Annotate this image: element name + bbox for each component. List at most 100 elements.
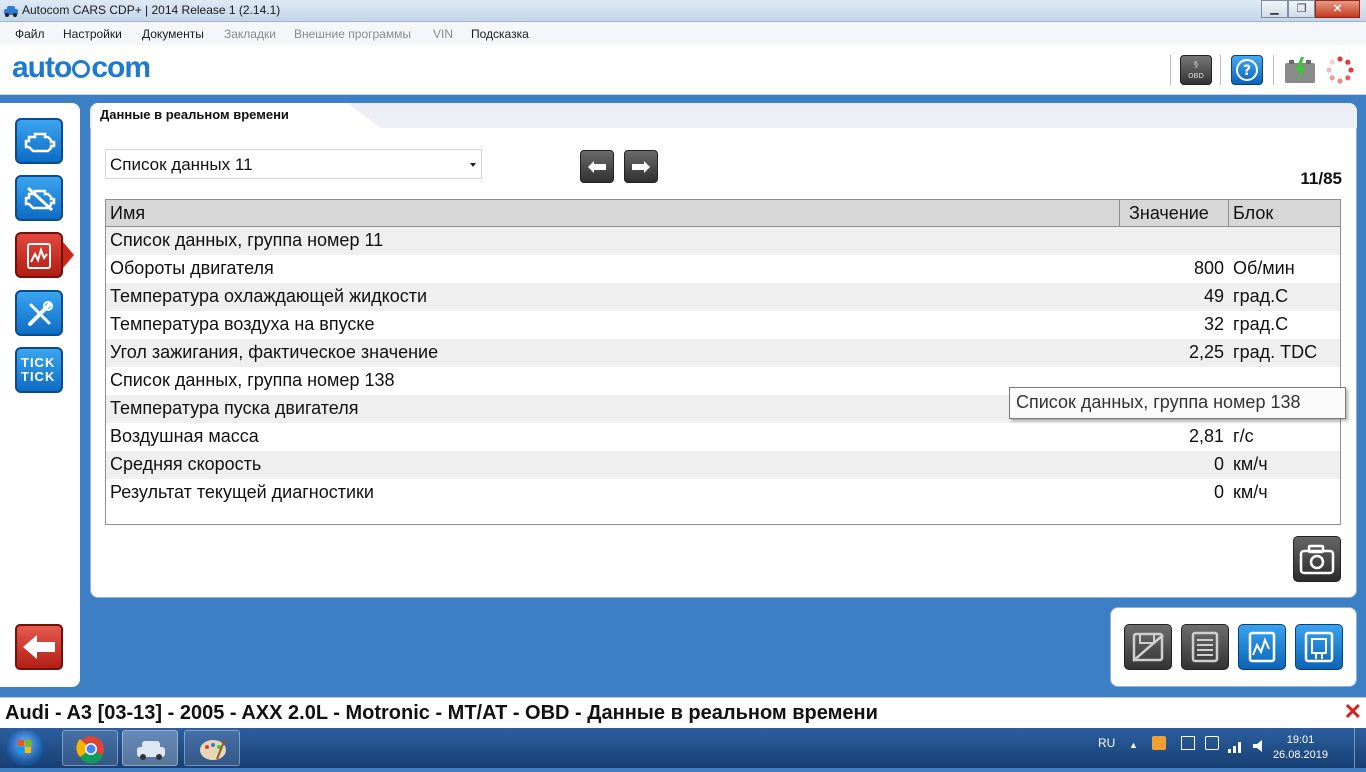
table-row[interactable]: Средняя скорость 0 км/ч — [106, 451, 1340, 479]
close-window-button[interactable]: ✕ — [1315, 0, 1360, 18]
save-disk-icon — [1132, 632, 1164, 662]
live-data-icon — [27, 243, 51, 269]
module-view-button[interactable] — [1295, 624, 1343, 670]
menu-bookmarks[interactable]: Закладки — [224, 27, 276, 41]
volume-icon[interactable] — [1251, 738, 1269, 754]
row-value: 0 — [1213, 454, 1224, 474]
snapshot-button[interactable] — [1293, 536, 1341, 582]
autocom-logo: auto com — [12, 51, 151, 84]
palette-icon — [200, 738, 226, 760]
row-unit: км/ч — [1233, 454, 1268, 474]
app-header: auto com § OBD ? — [0, 45, 1366, 95]
table-row[interactable]: Угол зажигания, фактическое значение 2,25… — [106, 339, 1340, 367]
row-unit: град.C — [1233, 314, 1289, 334]
sidebar-service-button[interactable] — [15, 290, 63, 336]
vehicle-info: Audi - A3 [03-13] - 2005 - AXX 2.0L - Mo… — [5, 702, 878, 724]
data-list-select[interactable]: Список данных 11 — [105, 149, 482, 179]
close-vehicle-icon[interactable]: ✕ — [1344, 699, 1362, 725]
start-button[interactable] — [6, 730, 44, 766]
list-counter: 11/85 — [1300, 169, 1342, 188]
clock[interactable]: 19:01 26.08.2019 — [1273, 733, 1328, 763]
menu-help[interactable]: Подсказка — [471, 27, 529, 41]
table-row[interactable]: Температура охлаждающей жидкости 49 град.C — [106, 283, 1340, 311]
tray-device-icon[interactable] — [1205, 736, 1219, 750]
row-value: 800 — [1193, 258, 1224, 278]
row-name: Воздушная масса — [110, 426, 259, 446]
record-button[interactable] — [1124, 624, 1172, 670]
language-indicator[interactable]: RU — [1098, 736, 1115, 750]
app-car-icon — [4, 6, 18, 17]
header-divider — [1170, 55, 1171, 85]
table-row[interactable]: Результат текущей диагностики 0 км/ч — [106, 479, 1340, 507]
sidebar-engine-button[interactable] — [15, 118, 63, 164]
table-row[interactable]: Список данных, группа номер 11 — [106, 227, 1340, 255]
arrow-back-icon — [588, 161, 606, 173]
column-header-name[interactable]: Имя — [110, 203, 145, 224]
taskbar-autocom[interactable] — [122, 730, 178, 766]
show-desktop-button[interactable] — [1354, 728, 1366, 768]
row-value: 2,81 — [1188, 426, 1224, 446]
back-button[interactable] — [15, 624, 63, 670]
network-signal-icon[interactable] — [1227, 738, 1243, 754]
row-unit: град. TDC — [1233, 342, 1318, 362]
live-data-table: Имя Значение Блок Список данных, группа … — [105, 199, 1341, 525]
table-row[interactable]: Воздушная масса 2,81 г/с — [106, 423, 1340, 451]
window-title: Autocom CARS CDP+ | 2014 Release 1 (2.14… — [22, 3, 281, 17]
menu-external-programs[interactable]: Внешние программы — [294, 27, 411, 41]
windows-logo-icon — [18, 740, 31, 753]
menu-bar: Файл Настройки Документы Закладки Внешни… — [0, 22, 1366, 45]
row-unit: град.C — [1233, 286, 1289, 306]
tab-live-data-label: Данные в реальном времени — [100, 107, 289, 122]
svg-text:OBD: OBD — [1188, 72, 1204, 80]
tray-expand-icon[interactable]: ▲ — [1129, 740, 1138, 750]
sidebar-clear-faults-button[interactable] — [15, 175, 63, 221]
clock-date: 26.08.2019 — [1272, 749, 1328, 761]
menu-vin[interactable]: VIN — [433, 27, 453, 41]
header-divider — [1273, 55, 1274, 85]
arrow-forward-icon — [632, 161, 650, 173]
tab-live-data[interactable]: Данные в реальном времени — [92, 103, 382, 129]
vehicle-status-bar: Audi - A3 [03-13] - 2005 - AXX 2.0L - Mo… — [0, 697, 1366, 728]
menu-file[interactable]: Файл — [15, 27, 45, 41]
column-header-value[interactable]: Значение — [1129, 203, 1209, 224]
svg-text:?: ? — [1243, 63, 1251, 79]
row-tooltip: Список данных, группа номер 138 — [1009, 387, 1346, 419]
header-divider — [1220, 55, 1221, 85]
previous-list-button[interactable] — [580, 150, 614, 183]
list-view-button[interactable] — [1181, 624, 1229, 670]
active-arrow-icon — [63, 242, 74, 268]
column-divider — [1228, 200, 1229, 227]
obd-law-button[interactable]: § OBD — [1180, 55, 1212, 85]
taskbar-chrome[interactable] — [62, 730, 118, 766]
row-name: Угол зажигания, фактическое значение — [110, 342, 439, 362]
maximize-button[interactable]: ❐ — [1288, 0, 1315, 18]
table-row[interactable]: Температура воздуха на впуске 32 град.C — [106, 311, 1340, 339]
car-icon — [137, 741, 165, 760]
row-unit: г/с — [1233, 426, 1254, 446]
os-taskbar: RU ▲ 19:01 26.08.2019 — [0, 728, 1366, 768]
graph-view-button[interactable] — [1238, 624, 1286, 670]
module-icon — [1304, 631, 1334, 663]
sidebar-live-data-button[interactable] — [15, 232, 63, 278]
taskbar-paint[interactable] — [184, 730, 240, 766]
minimize-button[interactable]: ▁ — [1261, 0, 1288, 18]
table-row[interactable]: Обороты двигателя 800 Об/мин — [106, 255, 1340, 283]
clock-time: 19:01 — [1286, 734, 1315, 746]
menu-settings[interactable]: Настройки — [63, 27, 122, 41]
row-name: Температура пуска двигателя — [110, 398, 359, 418]
row-name: Температура воздуха на впуске — [110, 314, 375, 334]
engine-icon — [24, 132, 56, 153]
next-list-button[interactable] — [624, 150, 658, 183]
sidebar-tick-tick-button[interactable]: TICK TICK — [15, 347, 63, 393]
help-button[interactable]: ? — [1231, 55, 1263, 85]
row-value: 32 — [1203, 314, 1224, 334]
row-name: Результат текущей диагностики — [110, 482, 374, 502]
column-header-unit[interactable]: Блок — [1233, 203, 1273, 224]
arrow-left-icon — [23, 635, 55, 659]
tray-flag-icon[interactable] — [1181, 736, 1195, 750]
row-unit: Об/мин — [1233, 258, 1295, 278]
tray-app-icon[interactable] — [1152, 736, 1166, 750]
title-bar: Autocom CARS CDP+ | 2014 Release 1 (2.14… — [0, 0, 1366, 22]
menu-documents[interactable]: Документы — [142, 27, 204, 41]
list-icon — [1191, 631, 1219, 663]
